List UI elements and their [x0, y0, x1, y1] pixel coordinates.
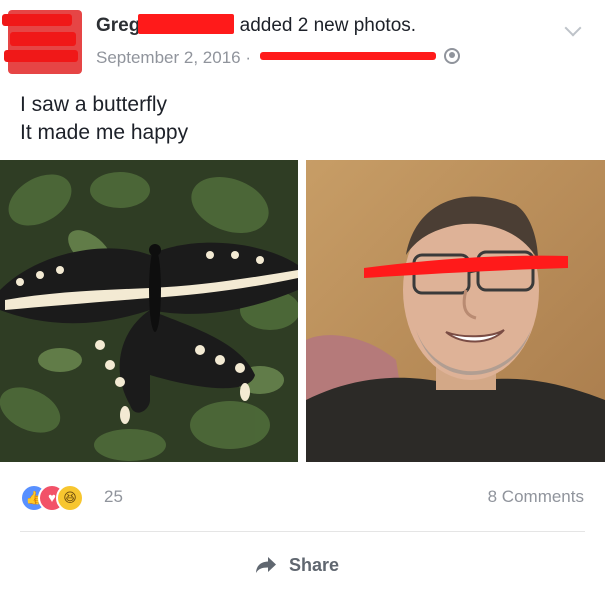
- haha-icon: 😆: [56, 484, 84, 512]
- location-redaction: [259, 52, 436, 60]
- post-text-line-2: It made me happy: [20, 121, 189, 144]
- author-name[interactable]: Greg: [96, 15, 140, 36]
- reaction-count: 25: [104, 487, 123, 506]
- meta-separator: ·: [245, 48, 252, 67]
- comments-count-link[interactable]: 8 Comments: [488, 487, 584, 507]
- photo-butterfly[interactable]: [0, 160, 298, 462]
- share-arrow-icon: [256, 557, 276, 573]
- butterfly-image: [0, 160, 298, 462]
- name-redaction: [138, 14, 235, 34]
- post-meta: September 2, 2016 ·: [96, 48, 461, 68]
- post-header-line: Greg added 2 new photos.: [96, 14, 416, 37]
- share-label: Share: [289, 554, 340, 575]
- share-button[interactable]: Share: [255, 552, 339, 578]
- post-date[interactable]: September 2, 2016: [96, 48, 241, 67]
- selfie-image: [306, 160, 605, 462]
- facebook-post: Greg added 2 new photos. September 2, 20…: [0, 0, 605, 592]
- avatar-redacted[interactable]: [2, 10, 82, 74]
- divider: [20, 531, 585, 532]
- globe-icon: [444, 48, 461, 64]
- post-text-line-1: I saw a butterfly: [20, 93, 168, 116]
- chevron-down-icon[interactable]: [564, 19, 582, 37]
- post-action-text: added 2 new photos.: [239, 15, 417, 36]
- photo-selfie[interactable]: [306, 160, 605, 462]
